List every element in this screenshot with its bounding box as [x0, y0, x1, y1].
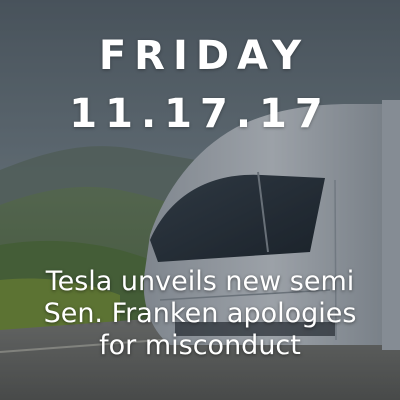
date-label: 11.17.17 — [69, 91, 331, 137]
headline-item: for misconduct — [99, 330, 301, 361]
date-header: FRIDAY 11.17.17 — [0, 30, 400, 140]
news-graphic: FRIDAY 11.17.17 Tesla unveils new semi S… — [0, 0, 400, 400]
headline-list: Tesla unveils new semi Sen. Franken apol… — [0, 266, 400, 362]
headline-item: Tesla unveils new semi — [45, 266, 355, 297]
weekday-label: FRIDAY — [98, 33, 310, 79]
headline-item: Sen. Franken apologies — [43, 298, 357, 329]
